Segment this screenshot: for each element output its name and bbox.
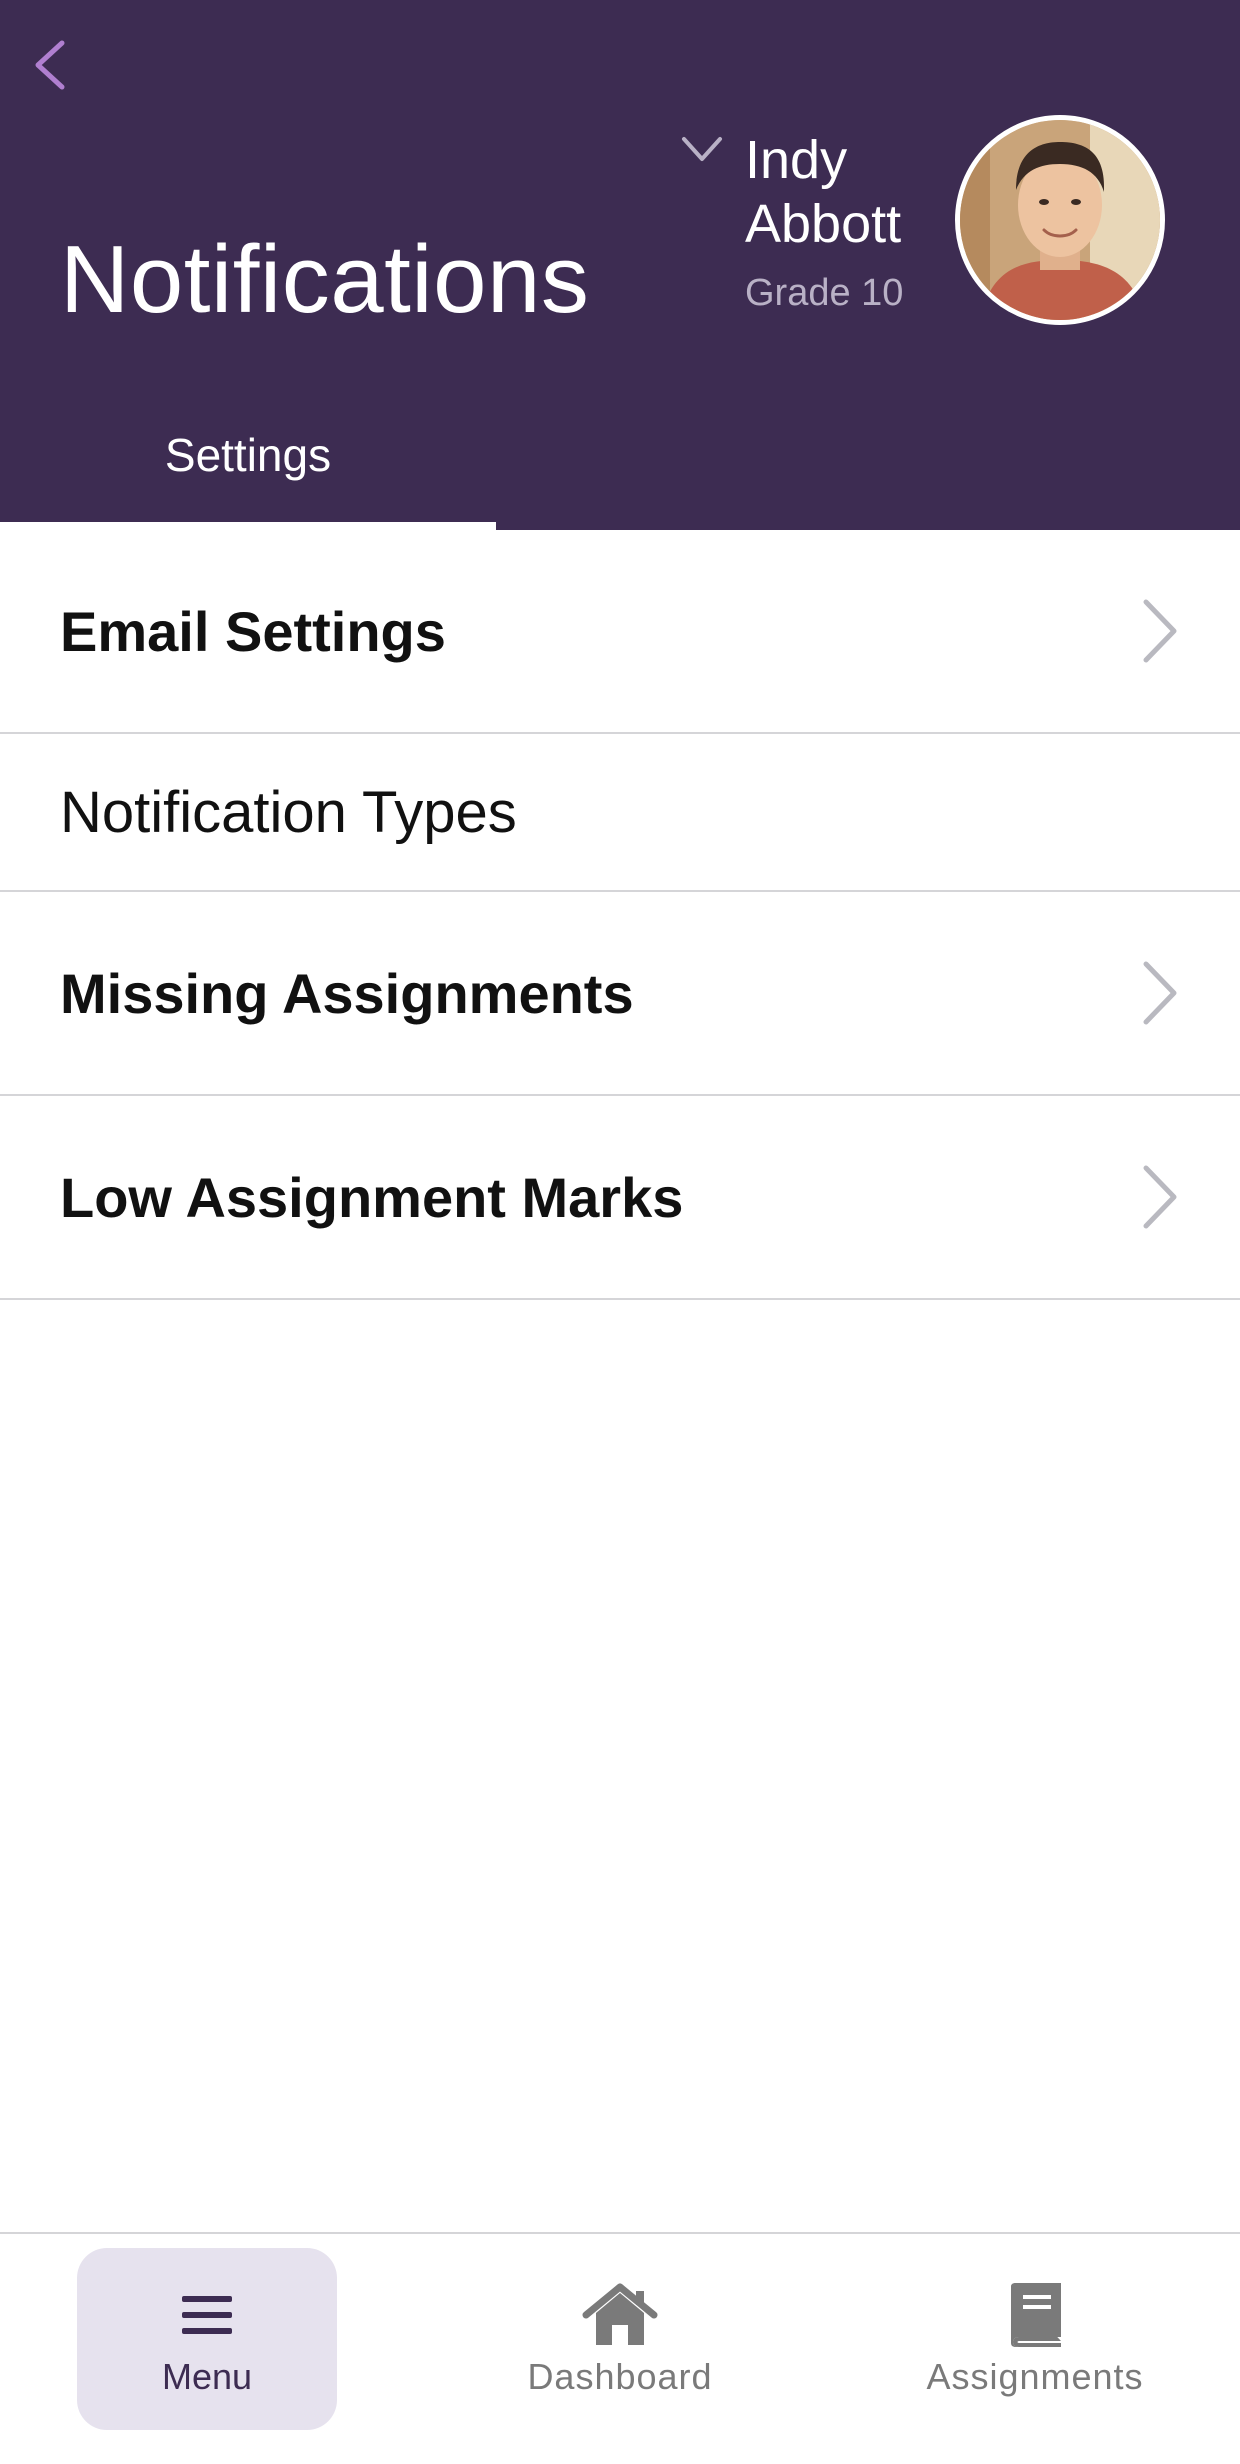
notification-types-label: Notification Types [60, 779, 517, 845]
nav-assignments-label: Assignments [926, 2356, 1144, 2397]
home-icon [580, 2280, 660, 2350]
missing-assignments-label: Missing Assignments [60, 961, 634, 1025]
chevron-right-icon [1143, 599, 1177, 663]
notification-types-section-header: Notification Types [0, 734, 1240, 892]
student-switcher[interactable]: Indy Abbott Grade 10 [670, 120, 970, 340]
hamburger-menu-icon [167, 2280, 247, 2350]
missing-assignments-row[interactable]: Missing Assignments [0, 892, 1240, 1096]
tab-settings-label: Settings [164, 429, 332, 481]
student-photo [960, 120, 1160, 320]
header: Notifications Indy Abbott Grade 10 Setti… [0, 0, 1240, 530]
student-grade: Grade 10 [745, 272, 904, 314]
back-button[interactable] [20, 30, 80, 100]
student-last-name: Abbott [745, 194, 902, 254]
settings-list: Email Settings Notification Types Missin… [0, 530, 1240, 1300]
chevron-right-icon [1143, 961, 1177, 1025]
chevron-left-icon [35, 40, 65, 90]
tab-settings[interactable]: Settings [0, 420, 496, 530]
bottom-navigation: Menu Dashboard Assignments [0, 2232, 1240, 2464]
chevron-right-icon [1143, 1165, 1177, 1229]
avatar[interactable] [955, 115, 1165, 325]
low-assignment-marks-row[interactable]: Low Assignment Marks [0, 1096, 1240, 1300]
email-settings-label: Email Settings [60, 599, 446, 663]
student-first-name: Indy [745, 130, 848, 190]
active-tab-indicator [0, 522, 496, 530]
nav-assignments[interactable]: Assignments [905, 2248, 1165, 2430]
chevron-down-icon [682, 137, 722, 161]
email-settings-row[interactable]: Email Settings [0, 530, 1240, 734]
nav-menu-label: Menu [161, 2356, 253, 2397]
nav-menu[interactable]: Menu [77, 2248, 337, 2430]
notifications-screen: Notifications Indy Abbott Grade 10 Setti… [0, 0, 1240, 2464]
nav-dashboard-label: Dashboard [527, 2356, 713, 2397]
nav-dashboard[interactable]: Dashboard [490, 2248, 750, 2430]
book-icon [995, 2280, 1075, 2350]
page-title: Notifications [60, 226, 590, 333]
low-assignment-marks-label: Low Assignment Marks [60, 1165, 684, 1229]
